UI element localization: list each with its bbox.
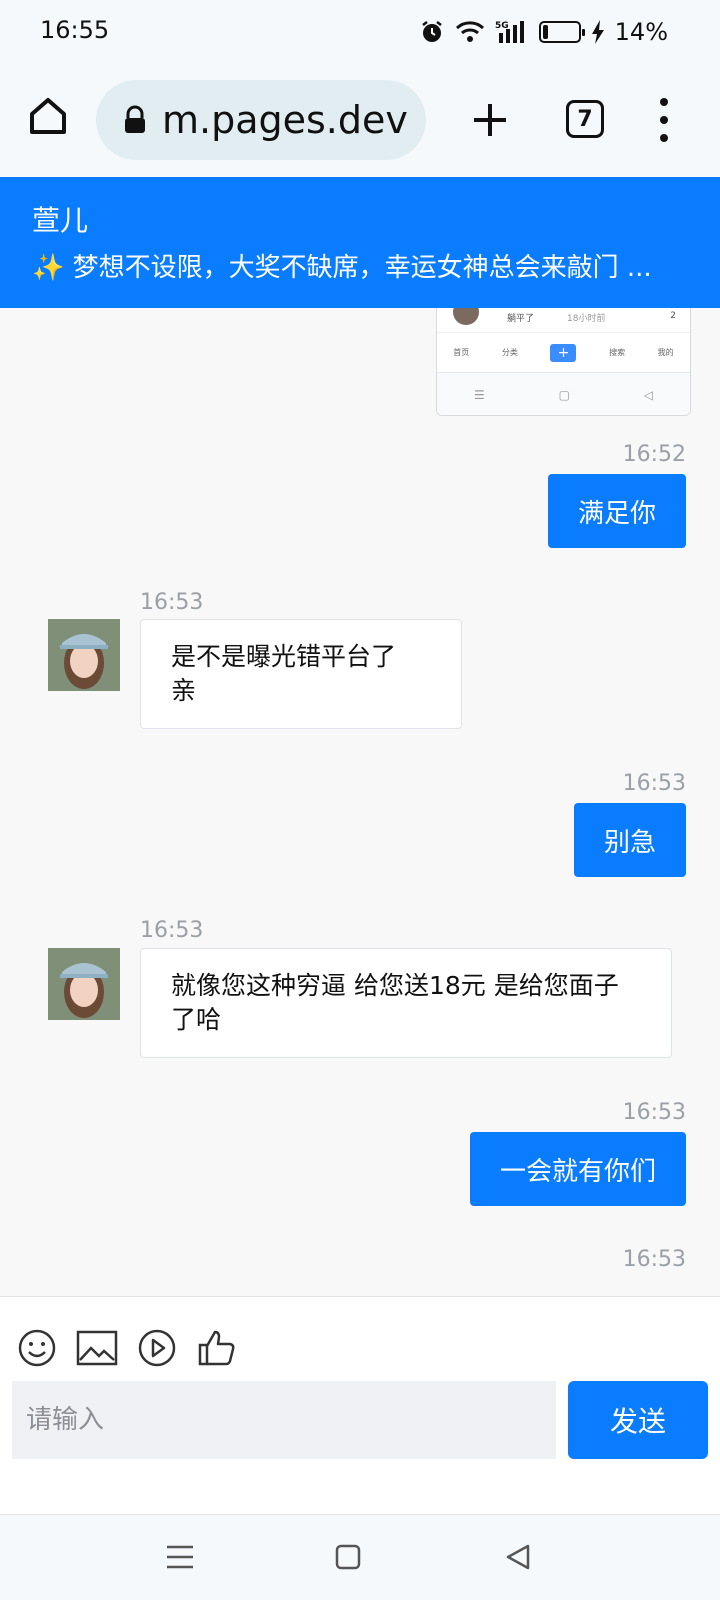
thumbs-up-icon — [198, 1330, 235, 1366]
message-input[interactable] — [12, 1381, 556, 1459]
emoji-icon — [18, 1329, 56, 1367]
chat-header: 萱儿 ✨ 梦想不设限，大奖不缺席，幸运女神总会来敲门 ... — [0, 177, 720, 308]
back-nav-button[interactable] — [498, 1537, 538, 1577]
message-bubble-in[interactable]: 是不是曝光错平台了 亲 — [140, 619, 462, 729]
shot-count: 2 — [670, 311, 676, 321]
more-menu-button[interactable] — [652, 98, 676, 142]
wifi-icon — [455, 20, 485, 44]
battery-icon — [538, 21, 585, 43]
message-time: 16:53 — [622, 1247, 686, 1272]
message-time: 16:53 — [140, 590, 204, 615]
header-slogan: ✨ 梦想不设限，大奖不缺席，幸运女神总会来敲门 ... — [32, 253, 652, 283]
shot-nav-search: 搜索 — [609, 347, 626, 357]
shared-screenshot-image[interactable]: 躺平了 18小时前 2 首页 分类 + 搜索 我的 ☰ ▢ ◁ — [436, 308, 691, 416]
recent-apps-button[interactable] — [160, 1537, 200, 1577]
tab-switcher-button[interactable]: 7 — [566, 100, 604, 138]
shot-nav-me: 我的 — [657, 347, 674, 357]
plus-icon — [474, 104, 506, 136]
avatar-image — [48, 619, 120, 691]
square-icon — [335, 1544, 361, 1570]
message-time: 16:53 — [140, 918, 204, 943]
signal-5g-icon: 5G — [495, 19, 529, 45]
home-nav-button[interactable] — [328, 1537, 368, 1577]
avatar — [453, 308, 479, 325]
message-list[interactable]: 躺平了 18小时前 2 首页 分类 + 搜索 我的 ☰ ▢ ◁ 16:52 满足… — [0, 308, 720, 1296]
composer-toolbar — [16, 1327, 238, 1369]
system-nav-bar — [0, 1514, 720, 1600]
message-time: 16:52 — [622, 442, 686, 467]
address-bar[interactable]: m.pages.dev — [96, 80, 426, 160]
shot-nav-category: 分类 — [501, 347, 518, 357]
message-time: 16:53 — [622, 771, 686, 796]
message-bubble-out[interactable]: 满足你 — [547, 474, 686, 548]
shot-nav-plus: + — [550, 343, 577, 362]
play-icon — [138, 1329, 176, 1367]
menu-icon — [167, 1545, 193, 1569]
alarm-icon — [419, 19, 445, 45]
url-text: m.pages.dev — [162, 98, 408, 142]
image-icon — [76, 1330, 118, 1366]
image-button[interactable] — [76, 1327, 118, 1369]
contact-name: 萱儿 — [32, 204, 89, 237]
avatar[interactable] — [48, 948, 120, 1020]
composer-panel: 发送 — [0, 1296, 720, 1514]
video-button[interactable] — [136, 1327, 178, 1369]
status-icons: 5G 14% — [419, 14, 668, 50]
back-icon: ◁ — [643, 388, 654, 402]
message-bubble-out[interactable]: 别急 — [573, 803, 686, 877]
home-icon — [30, 98, 66, 134]
message-bubble-in[interactable]: 就像您这种穷逼 给您送18元 是给您面子 了哈 — [140, 948, 672, 1058]
shot-system-bar: ☰ ▢ ◁ — [437, 373, 690, 415]
shot-time: 18小时前 — [567, 314, 606, 324]
message-bubble-out[interactable]: 一会就有你们 — [469, 1132, 686, 1206]
avatar[interactable] — [48, 619, 120, 691]
back-icon — [506, 1544, 530, 1570]
browser-toolbar: m.pages.dev 7 — [0, 64, 720, 176]
menu-icon: ☰ — [473, 388, 485, 402]
home-button[interactable] — [26, 94, 70, 138]
avatar-image — [48, 948, 120, 1020]
battery-percent: 14% — [614, 18, 668, 46]
square-icon: ▢ — [558, 388, 570, 402]
send-button[interactable]: 发送 — [568, 1381, 708, 1459]
message-time: 16:53 — [622, 1100, 686, 1125]
shot-nav-home: 首页 — [453, 347, 470, 357]
status-bar: 16:55 5G 14% — [0, 0, 720, 64]
new-tab-button[interactable] — [470, 100, 510, 140]
shot-nav: 首页 分类 + 搜索 我的 — [437, 333, 690, 373]
shot-user: 躺平了 — [507, 314, 535, 324]
charging-icon — [591, 20, 605, 44]
status-time: 16:55 — [40, 16, 110, 44]
lock-icon — [125, 105, 145, 133]
emoji-button[interactable] — [16, 1327, 58, 1369]
like-button[interactable] — [196, 1327, 238, 1369]
